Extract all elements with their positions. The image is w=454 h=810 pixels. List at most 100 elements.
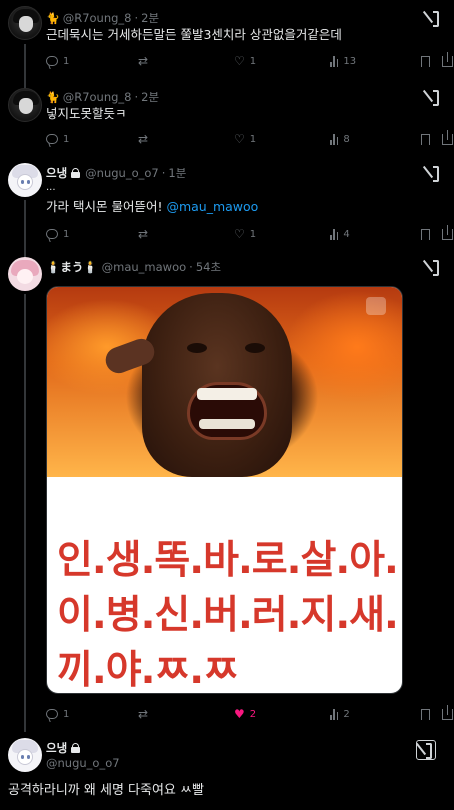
user-handle[interactable]: @R7oung_8 — [63, 90, 132, 104]
meme-photo — [47, 287, 402, 477]
bookmark-button[interactable] — [421, 131, 430, 147]
like-button[interactable]: ♡ 1 — [234, 131, 256, 147]
bookmark-button[interactable] — [421, 53, 430, 69]
main-tweet[interactable]: 으냉 @nugu_o_o7 공격하라니까 왜 세명 다죽여요 ㅆ빨 — [0, 732, 454, 810]
retweet-button[interactable]: ⇄ — [138, 706, 153, 722]
thread-line — [24, 200, 26, 258]
avatar[interactable] — [8, 738, 42, 772]
timestamp[interactable]: 54초 — [196, 259, 221, 275]
heart-icon: ♡ — [234, 132, 245, 146]
timestamp[interactable]: 1분 — [168, 165, 186, 181]
heart-icon: ♥ — [234, 707, 245, 721]
bookmark-icon — [421, 55, 430, 67]
retweet-button[interactable]: ⇄ — [138, 131, 153, 147]
display-name[interactable]: 🕯️まう🕯️ — [46, 259, 98, 275]
avatar[interactable] — [8, 6, 42, 40]
main-tweet-header: 으냉 — [46, 740, 85, 756]
views-button[interactable]: 2 — [330, 706, 350, 722]
heart-icon: ♡ — [234, 54, 245, 68]
cat-emoji: 🐈 — [46, 90, 60, 104]
views-button[interactable]: 13 — [330, 53, 356, 69]
timestamp[interactable]: 2분 — [141, 10, 159, 26]
tweet-text: 넣지도못할듯ㅋ — [46, 106, 127, 121]
main-tweet-handle-row: @nugu_o_o7 — [46, 756, 120, 770]
mention-link[interactable]: @mau_mawoo — [166, 199, 258, 214]
bookmark-button[interactable] — [421, 226, 430, 242]
bookmark-button[interactable] — [421, 706, 430, 722]
display-name[interactable]: 으냉 — [46, 165, 67, 181]
tweet-1[interactable]: 🐈 @R7oung_8 · 2분 근데묵시는 거세하든말든 쭐발3센치라 상관없… — [0, 0, 454, 88]
share-button[interactable] — [442, 224, 453, 242]
tweet-header: 🐈 @R7oung_8 · 2분 — [46, 10, 160, 26]
like-button[interactable]: ♡ 1 — [234, 226, 256, 242]
tweet-text: 가라 택시몬 물어뜯어! @mau_mawoo — [46, 199, 259, 214]
reply-icon — [46, 56, 58, 66]
reply-button[interactable]: 1 — [46, 706, 69, 722]
tweet-header: 🕯️まう🕯️ @mau_mawoo · 54초 — [46, 259, 222, 275]
avatar[interactable] — [8, 257, 42, 291]
avatar[interactable] — [8, 88, 42, 122]
alt-badge[interactable] — [366, 297, 386, 315]
lock-icon — [71, 168, 81, 178]
display-name[interactable]: 으냉 — [46, 740, 67, 756]
tweet-text: 공격하라니까 왜 세명 다죽여요 ㅆ빨 — [8, 783, 204, 798]
user-handle[interactable]: @R7oung_8 — [63, 11, 132, 25]
user-handle[interactable]: @nugu_o_o7 — [85, 166, 159, 180]
views-bars-icon — [330, 133, 339, 145]
views-bars-icon — [330, 55, 339, 67]
thread-line — [24, 44, 26, 88]
retweet-button[interactable]: ⇄ — [138, 226, 153, 242]
action-bar: 1 ⇄ ♡ 1 8 — [46, 129, 453, 147]
tweet-media-image[interactable]: 인.생.똑.바.로.살.아. 이.병.신.버.러.지.새. 끼.야.ㅉ.ㅉ — [46, 286, 403, 694]
user-handle[interactable]: @mau_mawoo — [102, 260, 187, 274]
heart-icon: ♡ — [234, 227, 245, 241]
tweet-header: 으냉 @nugu_o_o7 · 1분 — [46, 165, 187, 181]
grok-icon[interactable] — [416, 740, 436, 760]
retweet-button[interactable]: ⇄ — [138, 53, 153, 69]
action-bar: 1 ⇄ ♥ 2 2 — [46, 704, 453, 722]
thread-line — [24, 294, 26, 732]
retweet-icon: ⇄ — [138, 54, 149, 68]
share-button[interactable] — [442, 129, 453, 147]
share-button[interactable] — [442, 51, 453, 69]
bookmark-icon — [421, 133, 430, 145]
views-button[interactable]: 4 — [330, 226, 350, 242]
views-bars-icon — [330, 228, 339, 240]
timestamp[interactable]: 2분 — [141, 89, 159, 105]
retweet-icon: ⇄ — [138, 132, 149, 146]
action-bar: 1 ⇄ ♡ 1 13 — [46, 51, 453, 69]
bookmark-icon — [421, 708, 430, 720]
grok-icon[interactable] — [424, 9, 440, 27]
meme-caption: 인.생.똑.바.로.살.아. 이.병.신.버.러.지.새. 끼.야.ㅉ.ㅉ — [57, 538, 399, 693]
user-handle[interactable]: @nugu_o_o7 — [46, 756, 120, 770]
share-button[interactable] — [442, 704, 453, 722]
grok-icon[interactable] — [424, 88, 440, 106]
views-bars-icon — [330, 708, 339, 720]
share-icon — [442, 704, 453, 720]
cat-emoji: 🐈 — [46, 11, 60, 25]
grok-icon[interactable] — [424, 258, 440, 276]
share-icon — [442, 51, 453, 67]
retweet-icon: ⇄ — [138, 707, 149, 721]
tweet-text-ellipsis: ... — [46, 182, 56, 193]
reply-icon — [46, 229, 58, 239]
reply-button[interactable]: 1 — [46, 226, 69, 242]
thread-line — [24, 76, 26, 80]
share-icon — [442, 129, 453, 145]
action-bar: 1 ⇄ ♡ 1 4 — [46, 224, 453, 242]
grok-icon[interactable] — [424, 164, 440, 182]
reply-button[interactable]: 1 — [46, 131, 69, 147]
reply-icon — [46, 134, 58, 144]
views-button[interactable]: 8 — [330, 131, 350, 147]
reply-button[interactable]: 1 — [46, 53, 69, 69]
like-button[interactable]: ♥ 2 — [234, 706, 256, 722]
bookmark-icon — [421, 228, 430, 240]
avatar[interactable] — [8, 163, 42, 197]
like-button[interactable]: ♡ 1 — [234, 53, 256, 69]
tweet-header: 🐈 @R7oung_8 · 2분 — [46, 89, 160, 105]
share-icon — [442, 224, 453, 240]
tweet-text: 근데묵시는 거세하든말든 쭐발3센치라 상관없을거같은데 — [46, 27, 342, 42]
tweet-3[interactable]: 으냉 @nugu_o_o7 · 1분 ... 가라 택시몬 물어뜯어! @mau… — [0, 160, 454, 258]
tweet-2[interactable]: 🐈 @R7oung_8 · 2분 넣지도못할듯ㅋ 1 ⇄ ♡ 1 8 — [0, 76, 454, 156]
retweet-icon: ⇄ — [138, 227, 149, 241]
